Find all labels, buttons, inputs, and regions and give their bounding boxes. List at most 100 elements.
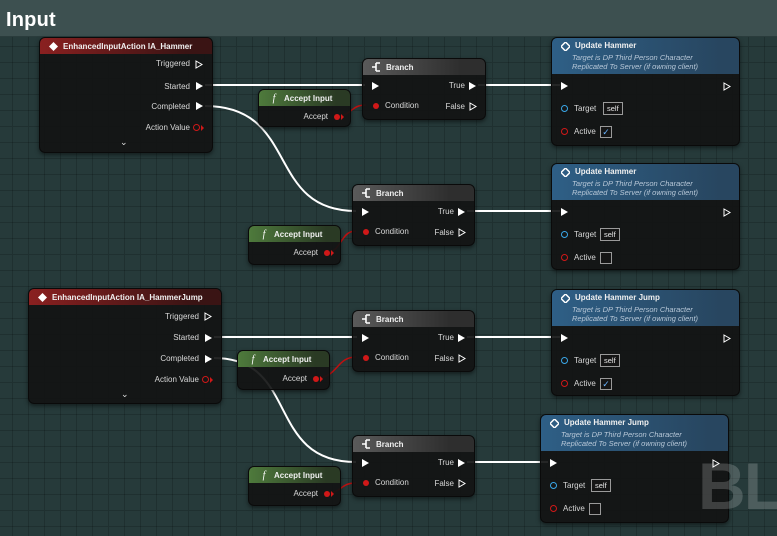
exec-pin-in[interactable]: [561, 334, 568, 342]
node-title: EnhancedInputAction IA_HammerJump: [52, 292, 203, 302]
chevron-down-icon[interactable]: ⌄: [121, 389, 129, 400]
bool-pin-active[interactable]: [550, 505, 557, 512]
active-checkbox[interactable]: ✓: [600, 126, 612, 138]
exec-pin-false[interactable]: [469, 102, 477, 111]
checkmark-icon: ✓: [602, 379, 610, 389]
update-hammer-node[interactable]: Update Hammer Target is DP Third Person …: [551, 37, 740, 146]
pin-arrow: [331, 491, 334, 497]
enhanced-input-action-node-ia-hammer[interactable]: EnhancedInputAction IA_Hammer Triggered …: [39, 37, 213, 153]
bool-pin-accept[interactable]: [334, 114, 340, 120]
node-subtitle-replicated: Replicated To Server (if owning client): [572, 314, 699, 323]
update-hammer-node[interactable]: Update Hammer Target is DP Third Person …: [551, 163, 740, 270]
exec-pin-started[interactable]: [205, 334, 212, 342]
bool-pin-accept[interactable]: [313, 376, 319, 382]
bool-pin-condition[interactable]: [363, 355, 369, 361]
object-pin-target[interactable]: [561, 105, 568, 112]
exec-pin-false[interactable]: [458, 354, 466, 363]
bool-pin-condition[interactable]: [373, 103, 379, 109]
accept-input-node[interactable]: f Accept Input Accept: [248, 225, 341, 265]
blueprint-graph-canvas[interactable]: Input EnhancedInputAction IA_Hammer Trig…: [0, 0, 777, 536]
active-checkbox[interactable]: [589, 503, 601, 515]
node-subtitle-replicated: Replicated To Server (if owning client): [561, 439, 688, 448]
node-title: Branch: [376, 188, 404, 198]
bool-pin-condition[interactable]: [363, 229, 369, 235]
node-subtitle-replicated: Replicated To Server (if owning client): [572, 62, 699, 71]
function-diamond-icon: [560, 167, 570, 177]
exec-pin-out[interactable]: [723, 82, 731, 91]
enhanced-input-action-node-ia-hammerjump[interactable]: EnhancedInputAction IA_HammerJump Trigge…: [28, 288, 222, 404]
object-pin-target[interactable]: [561, 231, 568, 238]
exec-pin-in[interactable]: [561, 208, 568, 216]
function-icon: f: [262, 469, 266, 481]
pin-arrow: [210, 377, 213, 383]
exec-pin-out[interactable]: [723, 208, 731, 217]
bool-pin-accept[interactable]: [324, 250, 330, 256]
target-self-field[interactable]: self: [591, 479, 611, 492]
pin-label-active: Active: [574, 127, 596, 136]
target-self-field[interactable]: self: [600, 228, 620, 241]
node-title: Update Hammer Jump: [564, 418, 649, 427]
accept-input-node[interactable]: f Accept Input Accept: [237, 350, 330, 390]
bool-pin-active[interactable]: [561, 380, 568, 387]
pin-label-action-value: Action Value: [145, 123, 190, 132]
pin-label-active: Active: [574, 379, 596, 388]
node-title: EnhancedInputAction IA_Hammer: [63, 41, 193, 51]
exec-pin-started[interactable]: [196, 82, 203, 90]
bool-pin-action-value[interactable]: [193, 124, 200, 131]
exec-pin-false[interactable]: [458, 479, 466, 488]
bool-pin-action-value[interactable]: [202, 376, 209, 383]
exec-pin-true[interactable]: [458, 459, 465, 467]
branch-icon: [361, 188, 371, 198]
node-title: Update Hammer: [575, 41, 637, 50]
accept-input-node[interactable]: f Accept Input Accept: [248, 466, 341, 506]
event-diamond-icon: [48, 41, 58, 51]
update-hammer-jump-node[interactable]: Update Hammer Jump Target is DP Third Pe…: [551, 289, 740, 396]
bool-pin-accept[interactable]: [324, 491, 330, 497]
pin-label-completed: Completed: [151, 102, 190, 111]
exec-pin-in[interactable]: [550, 459, 557, 467]
exec-pin-in[interactable]: [372, 82, 379, 90]
exec-pin-out[interactable]: [723, 334, 731, 343]
exec-pin-in[interactable]: [362, 334, 369, 342]
chevron-down-icon[interactable]: ⌄: [120, 137, 128, 148]
exec-pin-triggered[interactable]: [204, 312, 212, 321]
comment-box-header[interactable]: Input: [0, 0, 777, 37]
pin-label-false: False: [434, 228, 454, 237]
exec-pin-true[interactable]: [458, 334, 465, 342]
pin-label-true: True: [437, 458, 454, 467]
object-pin-target[interactable]: [550, 482, 557, 489]
pin-label-active: Active: [563, 504, 585, 513]
pin-label-false: False: [434, 479, 454, 488]
exec-pin-false[interactable]: [458, 228, 466, 237]
object-pin-target[interactable]: [561, 357, 568, 364]
exec-pin-completed[interactable]: [196, 102, 203, 110]
pin-label-started: Started: [173, 333, 199, 342]
exec-pin-completed[interactable]: [205, 355, 212, 363]
pin-label-active: Active: [574, 253, 596, 262]
exec-pin-in[interactable]: [362, 208, 369, 216]
pin-label-false: False: [445, 102, 465, 111]
accept-input-node[interactable]: f Accept Input Accept: [258, 89, 351, 127]
node-header: Branch: [353, 185, 474, 201]
exec-pin-true[interactable]: [458, 208, 465, 216]
active-checkbox[interactable]: ✓: [600, 378, 612, 390]
blueprint-watermark: BL: [698, 449, 777, 523]
branch-node[interactable]: Branch True Condition False: [352, 184, 475, 246]
node-title: Update Hammer Jump: [575, 293, 660, 302]
pin-label-false: False: [434, 354, 454, 363]
active-checkbox[interactable]: [600, 252, 612, 264]
target-self-field[interactable]: self: [603, 102, 623, 115]
exec-pin-triggered[interactable]: [195, 60, 203, 69]
branch-node[interactable]: Branch True Condition False: [352, 435, 475, 497]
exec-pin-in[interactable]: [362, 459, 369, 467]
node-header: EnhancedInputAction IA_Hammer: [40, 38, 212, 54]
bool-pin-active[interactable]: [561, 128, 568, 135]
exec-pin-in[interactable]: [561, 82, 568, 90]
target-self-field[interactable]: self: [600, 354, 620, 367]
pin-label-triggered: Triggered: [156, 59, 190, 68]
branch-node[interactable]: Branch True Condition False: [352, 310, 475, 372]
bool-pin-condition[interactable]: [363, 480, 369, 486]
exec-pin-true[interactable]: [469, 82, 476, 90]
branch-node[interactable]: Branch True Condition False: [362, 58, 486, 120]
bool-pin-active[interactable]: [561, 254, 568, 261]
